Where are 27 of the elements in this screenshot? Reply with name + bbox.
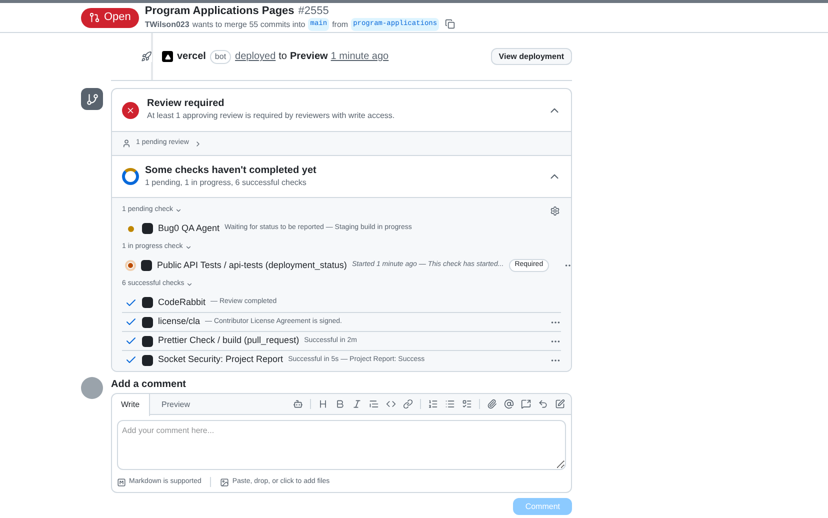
from-text: from (332, 18, 348, 30)
comment-field[interactable]: Add your comment here... (117, 420, 566, 470)
to-text: to (278, 50, 287, 64)
open-status-badge: Open (81, 8, 139, 28)
actor-name[interactable]: vercel (177, 49, 206, 64)
editor-tab[interactable]: Preview (150, 394, 202, 416)
checks-title: Some checks haven't completed yet (145, 164, 316, 176)
comment-heading: Add a comment (111, 378, 188, 392)
pr-title: Program Applications Pages (144, 4, 294, 18)
check-name[interactable]: Public API Tests / api-tests (deployment_status) (157, 258, 347, 272)
bot-label: bot (210, 50, 232, 64)
check-name[interactable]: Socket Security: Project Report (158, 353, 284, 367)
deployed-link[interactable]: deployed (235, 49, 276, 64)
view-deployment-button[interactable]: View deployment (490, 48, 572, 65)
check-name[interactable]: Prettier Check / build (pull_request) (158, 334, 300, 348)
author-link[interactable]: TWilson023 (144, 18, 190, 30)
review-title: Review required (147, 98, 226, 110)
check-name[interactable]: Bug0 QA Agent (158, 222, 220, 236)
editor-tab[interactable]: Write (112, 394, 150, 416)
environment-name: Preview (290, 50, 328, 64)
checks-summary: 1 pending, 1 in progress, 6 successful checks (145, 176, 308, 188)
time-link[interactable]: 1 minute ago (330, 49, 389, 64)
check-name[interactable]: license/cla (158, 315, 200, 329)
check-name[interactable]: CodeRabbit (158, 296, 206, 310)
merge-summary: wants to merge 55 commits into (192, 18, 306, 30)
pr-number: #2555 (298, 4, 329, 18)
review-description: At least 1 approving review is required by reviewers with write access. (147, 110, 395, 122)
